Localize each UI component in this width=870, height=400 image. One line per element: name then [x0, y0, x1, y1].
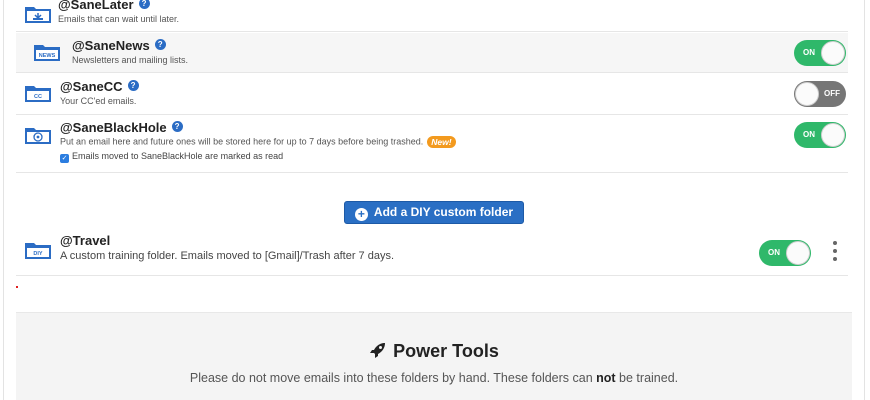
help-icon[interactable]: ? — [127, 80, 139, 91]
mark-read-option[interactable]: ✓ Emails moved to SaneBlackHole are marke… — [60, 151, 283, 163]
folder-diy-icon: DIY — [24, 240, 52, 260]
toggle-knob — [786, 241, 810, 265]
power-tools-section: Power Tools Please do not move emails in… — [16, 312, 852, 400]
new-badge: New! — [427, 136, 456, 148]
toggle-label: OFF — [824, 89, 840, 98]
help-icon[interactable]: ? — [138, 0, 150, 9]
toggle-label: ON — [803, 48, 815, 57]
more-options-icon[interactable] — [832, 241, 838, 265]
toggle-knob — [795, 82, 819, 106]
power-tools-subtitle-part: Please do not move emails into these fol… — [189, 371, 597, 385]
folder-row-saneblackhole: @SaneBlackHole? Put an email here and fu… — [16, 115, 848, 173]
saneblackhole-toggle[interactable]: ON — [794, 122, 846, 148]
folder-news-icon: NEWS — [33, 42, 61, 62]
power-tools-title: Power Tools — [393, 341, 499, 361]
toggle-label: ON — [768, 248, 780, 257]
rocket-icon — [370, 343, 386, 358]
power-tools-subtitle-emphasis: not — [596, 371, 616, 385]
travel-toggle[interactable]: ON — [759, 240, 811, 266]
svg-text:CC: CC — [34, 94, 42, 100]
sanenews-toggle[interactable]: ON — [794, 40, 846, 66]
power-tools-subtitle-part: be trained. — [615, 371, 679, 385]
mark-read-checkbox[interactable]: ✓ — [60, 154, 69, 163]
folder-title: @Travel — [60, 233, 111, 248]
folder-row-travel: DIY @Travel A custom training folder. Em… — [16, 230, 848, 276]
folder-description-line: Put an email here and future ones will b… — [60, 136, 456, 148]
power-tools-subtitle: Please do not move emails into these fol… — [16, 371, 852, 385]
marker-dot — [16, 286, 18, 288]
folder-blackhole-icon — [24, 125, 52, 145]
folder-row-sanecc: CC @SaneCC? Your CC'ed emails. OFF — [16, 73, 848, 115]
folder-title: @SaneNews — [72, 38, 150, 53]
folder-description: Put an email here and future ones will b… — [60, 136, 424, 147]
folder-later-icon — [24, 4, 52, 24]
toggle-knob — [821, 123, 845, 147]
plus-circle-icon: + — [354, 208, 368, 221]
folder-title: @SaneLater — [58, 0, 134, 12]
folder-row-sanenews: NEWS @SaneNews? Newsletters and mailing … — [16, 33, 848, 73]
folder-row-sanelater: @SaneLater? Emails that can wait until l… — [16, 0, 848, 32]
svg-text:DIY: DIY — [33, 251, 43, 257]
svg-text:NEWS: NEWS — [39, 53, 56, 59]
sanecc-toggle[interactable]: OFF — [794, 81, 846, 107]
add-diy-folder-button[interactable]: + Add a DIY custom folder — [344, 201, 524, 224]
folder-cc-icon: CC — [24, 83, 52, 103]
help-icon[interactable]: ? — [171, 121, 183, 132]
folder-description: Emails that can wait until later. — [58, 14, 180, 24]
mark-read-label: Emails moved to SaneBlackHole are marked… — [72, 151, 284, 161]
folder-title: @SaneCC — [60, 79, 123, 94]
toggle-knob — [821, 41, 845, 65]
folder-description: Your CC'ed emails. — [60, 96, 137, 106]
toggle-label: ON — [803, 130, 815, 139]
folder-description: A custom training folder. Emails moved t… — [60, 250, 395, 262]
add-diy-folder-label: Add a DIY custom folder — [373, 205, 514, 219]
help-icon[interactable]: ? — [154, 39, 166, 50]
folder-description: Newsletters and mailing lists. — [72, 55, 189, 65]
folder-title: @SaneBlackHole — [60, 120, 167, 135]
power-tools-heading: Power Tools — [16, 341, 852, 362]
